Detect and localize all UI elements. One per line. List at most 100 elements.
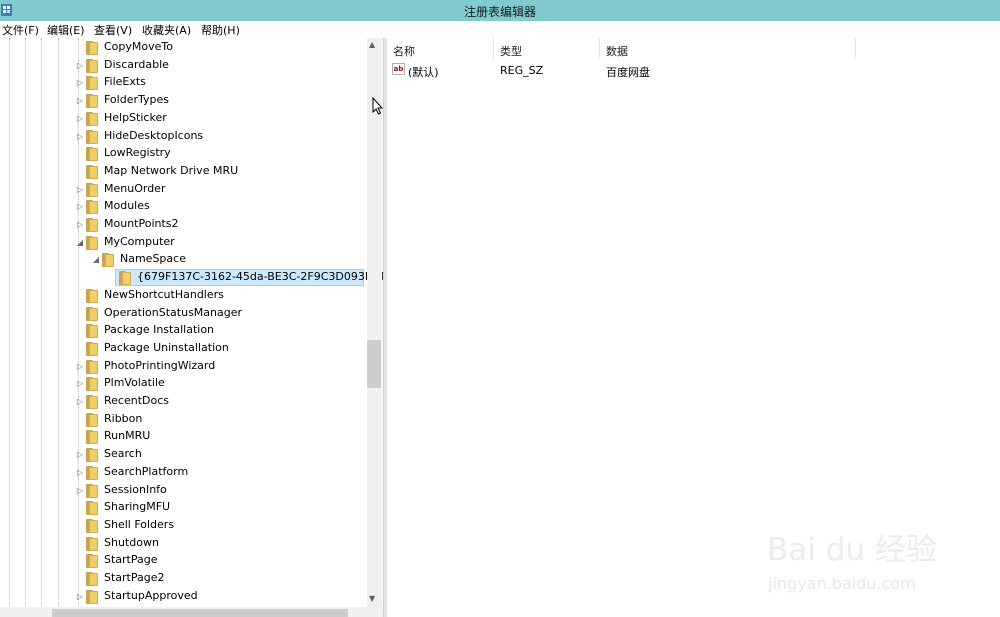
expand-arrow-icon[interactable] (75, 326, 85, 336)
tree-item-label: Shell Folders (104, 517, 175, 531)
tree-item-label: MyComputer (104, 234, 175, 248)
collapse-arrow-icon[interactable]: ◢ (91, 255, 101, 265)
expand-arrow-icon[interactable]: ▷ (75, 379, 85, 389)
expand-arrow-icon[interactable]: ▷ (75, 132, 85, 142)
tree-item[interactable]: StartPage (75, 552, 384, 570)
folder-icon (86, 395, 99, 409)
column-header-data[interactable]: 数据 (600, 38, 856, 59)
folder-icon (86, 483, 99, 498)
menu-file[interactable]: 文件(F) (2, 22, 39, 38)
expand-arrow-icon[interactable] (75, 344, 85, 354)
menu-view[interactable]: 查看(V) (94, 22, 132, 38)
tree-item[interactable]: ▷ Modules (75, 198, 384, 216)
tree-item[interactable]: ▷ MountPoints2 (75, 216, 384, 234)
tree-item-label: MenuOrder (104, 181, 166, 195)
tree-item[interactable]: ▷ HideDesktopIcons (75, 128, 384, 146)
tree-item-label: OperationStatusManager (104, 305, 243, 319)
expand-arrow-icon[interactable] (75, 43, 85, 53)
tree-item[interactable]: Package Installation (75, 322, 384, 340)
tree-item[interactable]: ▷ StartupApproved (75, 588, 384, 606)
expand-arrow-icon[interactable] (75, 556, 85, 566)
tree-item[interactable]: ▷ HelpSticker (75, 110, 384, 128)
column-header-name[interactable]: 名称 (387, 38, 494, 59)
expand-arrow-icon[interactable] (107, 273, 117, 283)
expand-arrow-icon[interactable] (75, 539, 85, 549)
tree-item[interactable]: Package Uninstallation (75, 340, 384, 358)
expand-arrow-icon[interactable] (75, 521, 85, 531)
scroll-down-arrow-icon[interactable]: ▼ (369, 594, 375, 603)
expand-arrow-icon[interactable]: ▷ (75, 468, 85, 478)
tree-item[interactable]: ▷ RecentDocs (75, 393, 384, 411)
column-header-name-label: 名称 (393, 45, 415, 58)
expand-arrow-icon[interactable] (75, 167, 85, 177)
tree-item[interactable]: NewShortcutHandlers (75, 287, 384, 305)
tree-item[interactable]: CopyMoveTo (75, 39, 384, 57)
folder-icon (102, 253, 115, 268)
menu-help[interactable]: 帮助(H) (201, 22, 240, 38)
tree-item-label: StartPage2 (104, 571, 165, 584)
value-type: REG_SZ (500, 64, 544, 77)
tree-item[interactable]: ▷ PlmVolatile (75, 375, 384, 393)
folder-icon (86, 465, 99, 480)
value-row-default[interactable]: ab (默认) REG_SZ 百度网盘 (387, 61, 1000, 79)
folder-icon (86, 129, 99, 144)
tree-item[interactable]: StartPage2 (75, 570, 384, 588)
expand-arrow-icon[interactable] (75, 291, 85, 301)
scroll-up-arrow-icon[interactable]: ▲ (369, 40, 375, 49)
tree-item[interactable]: ▷ Discardable (75, 57, 384, 75)
tree-item[interactable]: SharingMFU (75, 499, 384, 517)
expand-arrow-icon[interactable]: ▷ (75, 450, 85, 460)
expand-arrow-icon[interactable] (75, 149, 85, 159)
expand-arrow-icon[interactable]: ▷ (75, 78, 85, 88)
tree-vertical-scrollbar[interactable] (367, 38, 382, 608)
tree-item-label: {679F137C-3162-45da-BE3C-2F9C3D093F64} (137, 270, 384, 284)
expand-arrow-icon[interactable]: ▷ (75, 220, 85, 230)
tree-guide-line (41, 38, 42, 608)
tree-item[interactable]: ▷ Search (75, 446, 384, 464)
tree-item[interactable]: ▷ SearchPlatform (75, 464, 384, 482)
expand-arrow-icon[interactable]: ▷ (75, 96, 85, 106)
tree-item[interactable]: Shell Folders (75, 517, 384, 535)
expand-arrow-icon[interactable]: ▷ (75, 397, 85, 407)
expand-arrow-icon[interactable]: ▷ (75, 114, 85, 124)
expand-arrow-icon[interactable]: ▷ (75, 61, 85, 71)
tree-item-label: StartPage (104, 553, 158, 567)
folder-icon (86, 200, 99, 215)
expand-arrow-icon[interactable]: ▷ (75, 202, 85, 212)
menu-favorites[interactable]: 收藏夹(A) (142, 22, 191, 38)
tree-vertical-scroll-thumb[interactable] (367, 340, 381, 388)
tree-item[interactable]: ▷ FolderTypes (75, 92, 384, 110)
expand-arrow-icon[interactable]: ▷ (75, 486, 85, 496)
expand-arrow-icon[interactable]: ▷ (75, 362, 85, 372)
key-tree[interactable]: CopyMoveTo ▷ Discardable ▷ FileExts ▷ FolderTy… (0, 38, 384, 617)
tree-item[interactable]: Ribbon (75, 411, 384, 429)
tree-item[interactable]: Shutdown (75, 535, 384, 553)
tree-item-label: StartupApproved (104, 588, 198, 602)
expand-arrow-icon[interactable]: ▷ (75, 185, 85, 195)
tree-item[interactable]: ▷ MenuOrder (75, 181, 384, 199)
column-header-type[interactable]: 类型 (494, 38, 600, 59)
tree-item-label: PhotoPrintingWizard (104, 358, 216, 372)
folder-icon (86, 377, 99, 392)
tree-item-label: HelpSticker (104, 110, 167, 124)
expand-arrow-icon[interactable] (75, 432, 85, 442)
tree-item[interactable]: OperationStatusManager (75, 305, 384, 323)
menu-edit[interactable]: 编辑(E) (47, 22, 85, 38)
tree-horizontal-scroll-thumb[interactable] (52, 609, 348, 617)
tree-item[interactable]: Map Network Drive MRU (75, 163, 384, 181)
tree-item[interactable]: ▷ FileExts (75, 74, 384, 92)
tree-item[interactable]: RunMRU (75, 428, 384, 446)
tree-item[interactable]: ▷ PhotoPrintingWizard (75, 358, 384, 376)
collapse-arrow-icon[interactable]: ◢ (75, 238, 85, 248)
tree-item[interactable]: ◢ NameSpace (91, 251, 384, 269)
expand-arrow-icon[interactable] (75, 415, 85, 425)
tree-item-label: NewShortcutHandlers (104, 287, 224, 301)
expand-arrow-icon[interactable] (75, 309, 85, 319)
expand-arrow-icon[interactable]: ▷ (75, 592, 85, 602)
tree-item[interactable]: ▷ SessionInfo (75, 482, 384, 500)
expand-arrow-icon[interactable] (75, 503, 85, 513)
tree-item[interactable]: {679F137C-3162-45da-BE3C-2F9C3D093F64} (107, 269, 384, 287)
tree-item[interactable]: LowRegistry (75, 145, 384, 163)
tree-item[interactable]: ◢ MyComputer (75, 234, 384, 252)
expand-arrow-icon[interactable] (75, 574, 85, 584)
